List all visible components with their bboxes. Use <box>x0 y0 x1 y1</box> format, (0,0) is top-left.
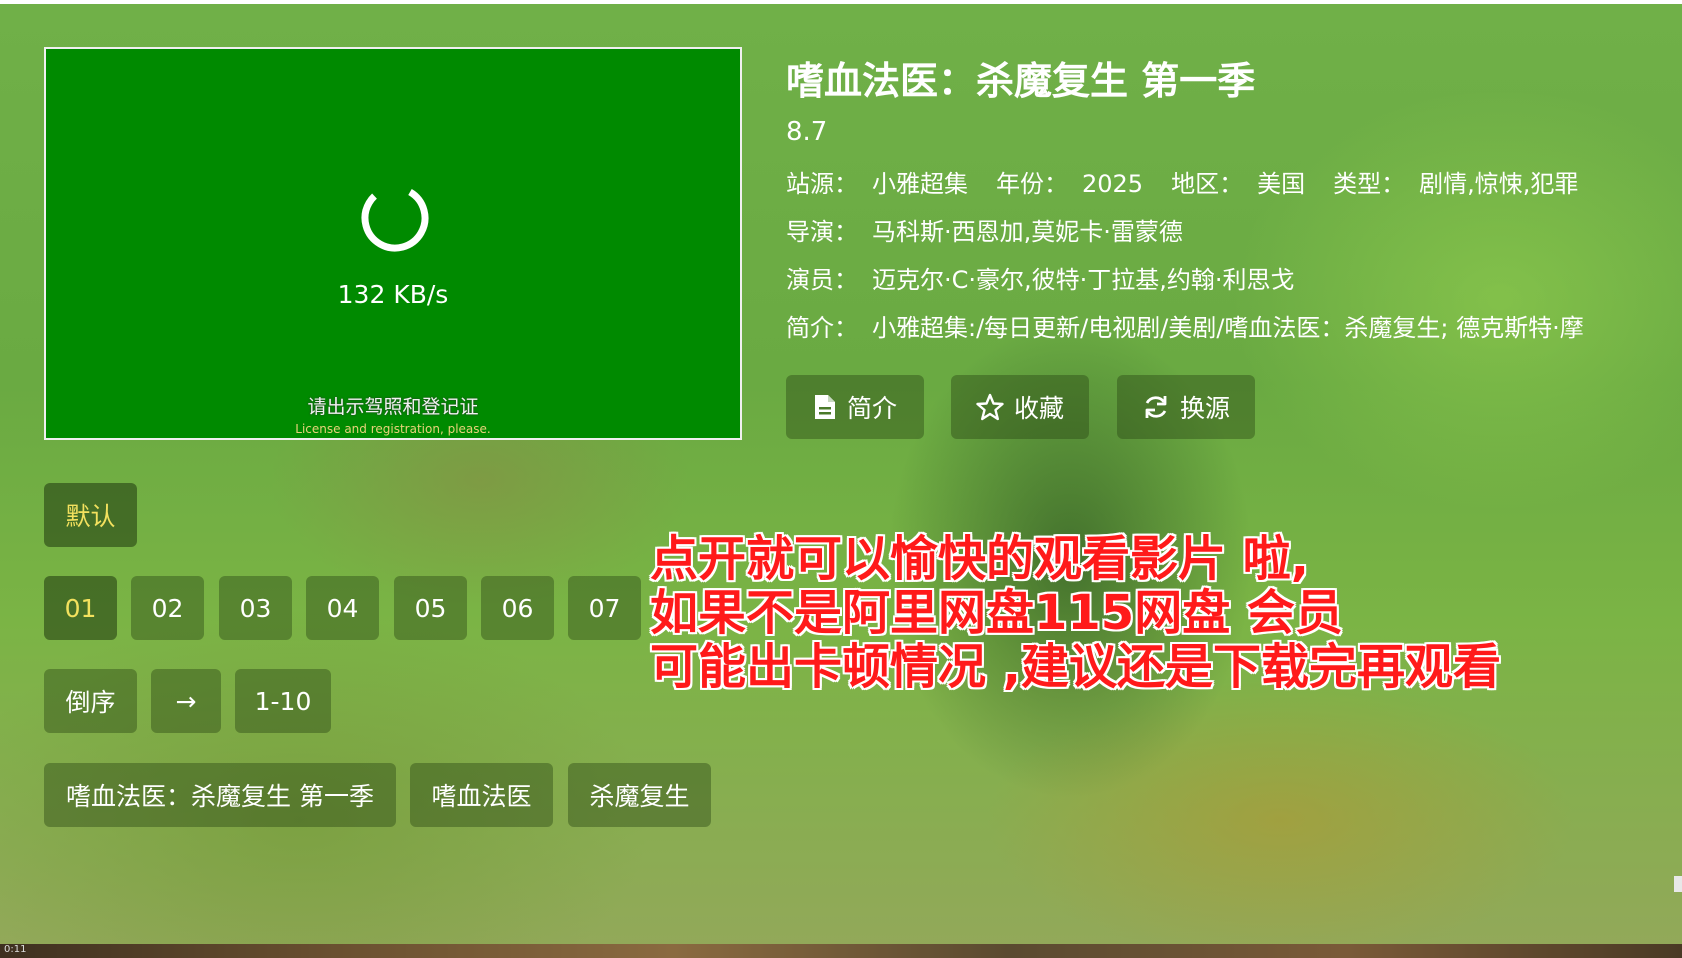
video-player[interactable]: 132 KB/s 请出示驾照和登记证 License and registrat… <box>44 47 742 440</box>
intro-row: 简介： 小雅超集:/每日更新/电视剧/美剧/嗜血法医：杀魔复生; 德克斯特·摩 <box>786 308 1616 343</box>
overlay-line: 点开就可以愉快的观看影片 啦, <box>650 531 1309 587</box>
episode-button[interactable]: 01 <box>44 576 117 640</box>
episode-button[interactable]: 03 <box>219 576 292 640</box>
reverse-order-button[interactable]: 倒序 <box>44 669 137 733</box>
episode-label: 07 <box>588 593 621 623</box>
overlay-line: 如果不是阿里网盘115网盘 会员 <box>650 585 1343 641</box>
region-value: 美国 <box>1257 170 1306 198</box>
overlay-caption: 点开就可以愉快的观看影片 啦, 如果不是阿里网盘115网盘 会员 可能出卡顿情况… <box>650 532 1501 694</box>
subtitle-english: License and registration, please. <box>295 422 491 436</box>
related-search-button[interactable]: 嗜血法医：杀魔复生 第一季 <box>44 763 396 827</box>
episode-range-label: 1-10 <box>254 686 312 716</box>
region-label: 地区： <box>1171 170 1244 198</box>
episode-label: 02 <box>151 593 184 623</box>
episode-label: 01 <box>64 593 97 623</box>
director-row: 导演： 马科斯·西恩加,莫妮卡·雷蒙德 <box>786 212 1183 247</box>
site-label: 站源： <box>786 170 858 198</box>
intro-button[interactable]: 简介 <box>786 375 924 439</box>
related-search-button[interactable]: 嗜血法医 <box>410 763 553 827</box>
year-value: 2025 <box>1082 170 1144 198</box>
loading-spinner-icon <box>361 184 429 252</box>
related-search-label: 杀魔复生 <box>589 782 690 811</box>
source-tab-label: 默认 <box>65 502 116 531</box>
show-title: 嗜血法医：杀魔复生 第一季 <box>786 59 1256 103</box>
meta-row: 站源： 小雅超集 年份： 2025 地区： 美国 类型： 剧情,惊悚,犯罪 <box>786 164 1578 199</box>
cast-label: 演员： <box>786 266 858 294</box>
intro-value: 小雅超集:/每日更新/电视剧/美剧/嗜血法医：杀魔复生; 德克斯特·摩 <box>872 314 1584 342</box>
episode-label: 06 <box>501 593 534 623</box>
star-icon <box>976 393 1004 421</box>
top-border <box>0 0 1682 4</box>
year-label: 年份： <box>996 170 1068 198</box>
genre-label: 类型： <box>1333 170 1406 198</box>
favorite-button-label: 收藏 <box>1013 394 1064 423</box>
bottom-strip: 0:11 <box>0 944 1682 958</box>
episode-range-button[interactable]: 1-10 <box>235 669 331 733</box>
source-tab-default[interactable]: 默认 <box>44 483 137 547</box>
episode-button[interactable]: 07 <box>568 576 641 640</box>
corner-timestamp: 0:11 <box>4 944 27 955</box>
site-value: 小雅超集 <box>872 170 968 198</box>
reverse-order-label: 倒序 <box>65 688 116 717</box>
intro-label: 简介： <box>786 314 858 342</box>
arrow-right-icon: → <box>175 686 197 716</box>
related-search-label: 嗜血法医 <box>431 782 532 811</box>
favorite-button[interactable]: 收藏 <box>951 375 1089 439</box>
cast-row: 演员： 迈克尔·C·豪尔,彼特·丁拉基,约翰·利思戈 <box>786 260 1295 295</box>
rating: 8.7 <box>786 117 828 147</box>
director-label: 导演： <box>786 218 858 246</box>
switch-source-button-label: 换源 <box>1179 394 1230 423</box>
edge-marker <box>1674 876 1682 892</box>
download-speed: 132 KB/s <box>337 280 449 309</box>
related-search-label: 嗜血法医：杀魔复生 第一季 <box>66 782 374 811</box>
episode-button[interactable]: 04 <box>306 576 379 640</box>
episode-label: 03 <box>239 593 272 623</box>
episode-button[interactable]: 05 <box>394 576 467 640</box>
episode-label: 05 <box>414 593 447 623</box>
document-icon <box>814 395 835 419</box>
arrow-right-button[interactable]: → <box>151 669 221 733</box>
episode-label: 04 <box>326 593 359 623</box>
overlay-line: 可能出卡顿情况 ,建议还是下载完再观看 <box>650 639 1501 695</box>
related-search-button[interactable]: 杀魔复生 <box>568 763 711 827</box>
episode-button[interactable]: 06 <box>481 576 554 640</box>
refresh-icon <box>1145 396 1167 418</box>
intro-button-label: 简介 <box>846 394 897 423</box>
genre-value: 剧情,惊悚,犯罪 <box>1419 170 1579 198</box>
switch-source-button[interactable]: 换源 <box>1117 375 1255 439</box>
director-value: 马科斯·西恩加,莫妮卡·雷蒙德 <box>872 218 1183 246</box>
cast-value: 迈克尔·C·豪尔,彼特·丁拉基,约翰·利思戈 <box>872 266 1295 294</box>
subtitle-chinese: 请出示驾照和登记证 <box>307 396 479 418</box>
episode-button[interactable]: 02 <box>131 576 204 640</box>
